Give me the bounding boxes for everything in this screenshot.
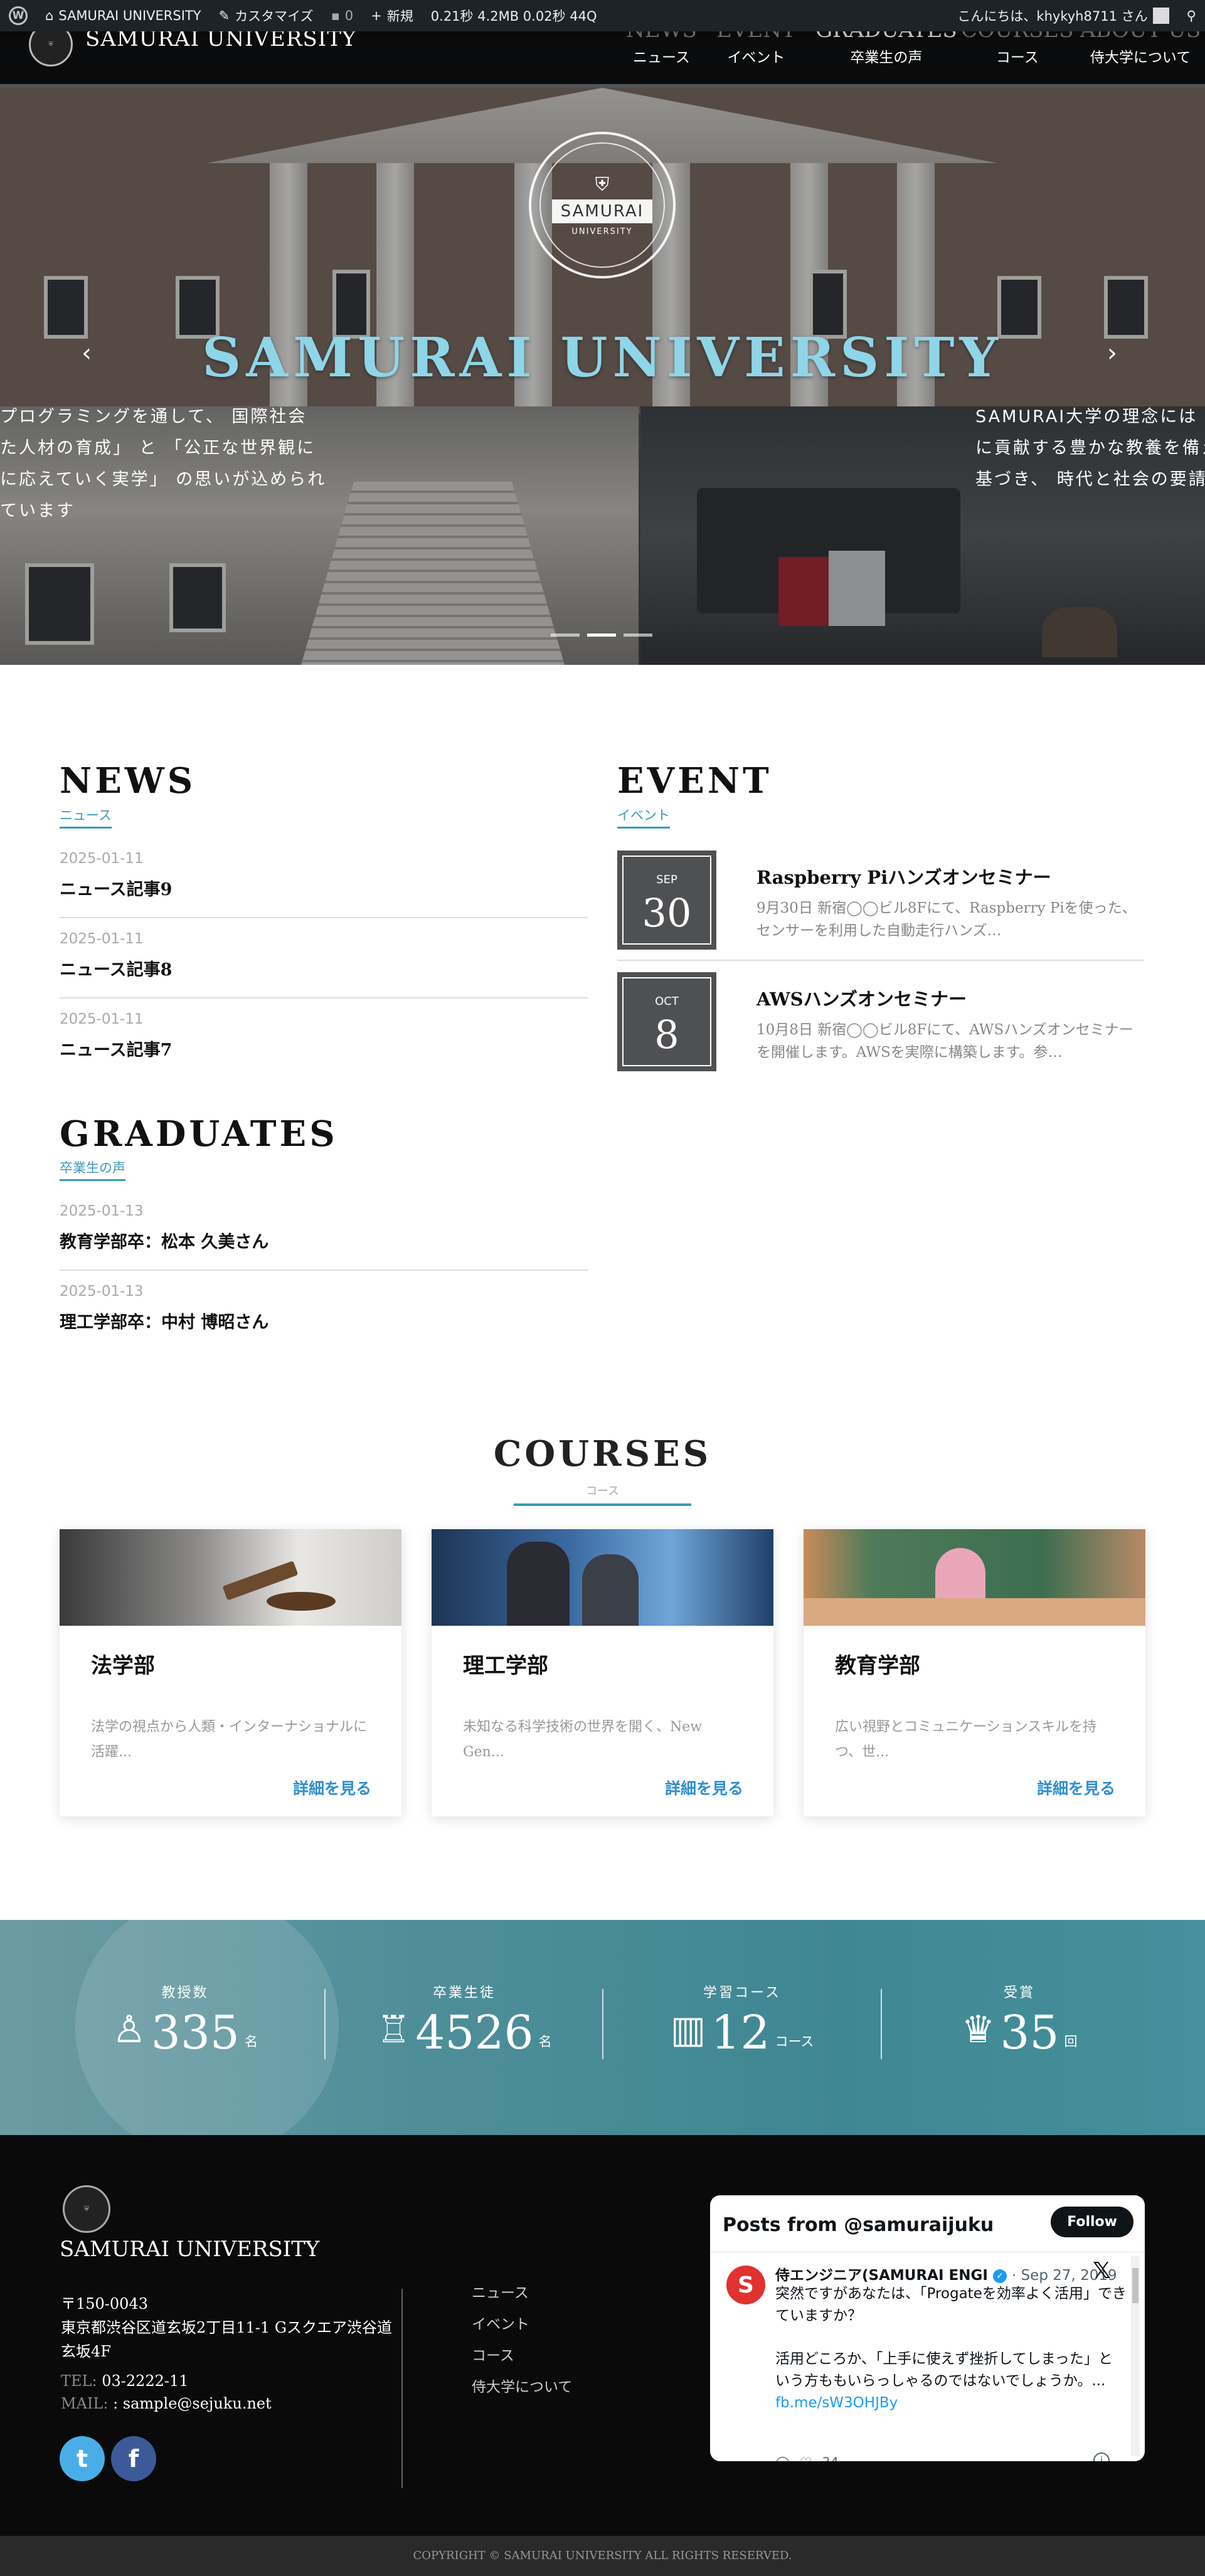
- footer-link-about[interactable]: 侍大学について: [472, 2375, 572, 2396]
- admin-search[interactable]: ⚲: [1178, 0, 1205, 31]
- course-card-law[interactable]: 法学部 法学の視点から人類・インターナショナルに活躍... 詳細を見る: [60, 1529, 401, 1816]
- courses-subheading: コース: [514, 1482, 691, 1506]
- event-item[interactable]: SEP 30 Raspberry Piハンズオンセミナー 9月30日 新宿◯◯ビル…: [617, 851, 1144, 961]
- tweet-author[interactable]: 侍エンジニア(SAMURAI ENGI ✓ · Sep 27, 2019: [775, 2263, 1117, 2284]
- course-more-link[interactable]: 詳細を見る: [293, 1776, 371, 1799]
- lecturer-icon: ♙: [112, 2008, 146, 2052]
- comment-icon: ▪: [331, 8, 340, 23]
- nav-news[interactable]: NEWSニュース: [626, 18, 697, 66]
- wordpress-icon: W: [9, 6, 28, 25]
- event-date-box: SEP 30: [617, 851, 716, 950]
- reply-icon[interactable]: ◯: [775, 2455, 790, 2461]
- graduates-subheading: 卒業生の声: [60, 1158, 125, 1181]
- trophy-icon: ♛: [961, 2008, 995, 2052]
- stats-band: 教授数 ♙ 335 名 卒業生徒 ♖ 4526 名 学習コース ▥ 12 コース 受賞 ♛ 3…: [0, 1920, 1205, 2135]
- slider-prev-arrow[interactable]: ‹: [82, 339, 92, 368]
- search-icon: ⚲: [1186, 8, 1196, 23]
- tweet-actions: ◯ ♡ 34: [775, 2455, 839, 2461]
- slider-dot[interactable]: [551, 633, 580, 637]
- news-subheading: ニュース: [60, 805, 112, 829]
- tweet-avatar[interactable]: S: [726, 2266, 765, 2304]
- twitter-widget-title: Posts from @samuraijuku: [723, 2214, 994, 2236]
- twitter-icon[interactable]: t: [60, 2436, 105, 2481]
- crest-icon: ⛨: [595, 174, 610, 196]
- footer-mail: MAIL: : sample@sejuku.net: [61, 2395, 272, 2412]
- graduate-item[interactable]: 2025-01-13 教育学部卒：松本 久美さん: [60, 1203, 588, 1271]
- event-heading: EVENT: [617, 760, 772, 802]
- admin-comments[interactable]: ▪ 0: [322, 0, 363, 31]
- tweet-link[interactable]: fb.me/sW3OHJBy: [775, 2395, 898, 2411]
- brush-icon: ✎: [218, 8, 230, 23]
- course-card-science[interactable]: 理工学部 未知なる科学技術の世界を開く、New Gen... 詳細を見る: [432, 1529, 773, 1816]
- nav-about[interactable]: ABOUT US侍大学について: [1080, 18, 1201, 66]
- nav-event[interactable]: EVENTイベント: [716, 18, 796, 66]
- course-more-link[interactable]: 詳細を見る: [665, 1776, 743, 1799]
- like-icon[interactable]: ♡: [800, 2455, 812, 2461]
- graduates-heading: GRADUATES: [60, 1113, 338, 1155]
- copyright: COPYRIGHT © SAMURAI UNIVERSITY ALL RIGHT…: [0, 2536, 1205, 2576]
- course-card-education[interactable]: 教育学部 広い視野とコミュニケーションスキルを持つ、世... 詳細を見る: [804, 1529, 1145, 1816]
- plus-icon: +: [371, 8, 382, 23]
- graduate-item[interactable]: 2025-01-13 理工学部卒：中村 博昭さん: [60, 1283, 588, 1340]
- books-icon: ▥: [670, 2008, 706, 2052]
- news-item[interactable]: 2025-01-11 ニュース記事9: [60, 851, 588, 918]
- verified-icon: ✓: [992, 2269, 1007, 2283]
- hero-slider: ⛨ SAMURAI UNIVERSITY SAMURAI UNIVERSITY …: [0, 0, 1205, 665]
- graduate-icon: ♖: [376, 2008, 411, 2052]
- footer-link-event[interactable]: イベント: [472, 2312, 529, 2333]
- nav-courses[interactable]: COURSESコース: [961, 18, 1074, 66]
- news-heading: NEWS: [60, 760, 196, 802]
- twitter-timeline-widget: Posts from @samuraijuku Follow S 侍エンジニア(…: [710, 2195, 1145, 2461]
- x-logo-icon[interactable]: 𝕏: [1093, 2258, 1111, 2284]
- footer-title: SAMURAI UNIVERSITY: [60, 2237, 320, 2262]
- news-item[interactable]: 2025-01-11 ニュース記事8: [60, 931, 588, 999]
- facebook-icon[interactable]: f: [111, 2436, 156, 2481]
- wp-admin-bar: W ⌂ SAMURAI UNIVERSITY ✎ カスタマイズ ▪ 0 + 新規 0.2…: [0, 0, 1205, 31]
- home-icon: ⌂: [45, 8, 54, 23]
- twitter-follow-button[interactable]: Follow: [1051, 2207, 1133, 2237]
- emblem-subtext: UNIVERSITY: [571, 227, 633, 236]
- slide-caption-right: SAMURAI大学の理念には「 に貢献する豊かな教養を備え 基づき、 時代と社会…: [975, 407, 1205, 489]
- footer-link-courses[interactable]: コース: [472, 2343, 514, 2365]
- hero-title: SAMURAI UNIVERSITY: [202, 326, 1003, 390]
- event-subheading: イベント: [617, 805, 670, 829]
- slider-dot[interactable]: [624, 633, 652, 637]
- courses-heading: COURSES: [493, 1433, 712, 1475]
- site-footer: ⛨ SAMURAI UNIVERSITY 〒150-0043 東京都渋谷区道玄坂…: [0, 2135, 1205, 2536]
- footer-address: 〒150-0043 東京都渋谷区道玄坂2丁目11-1 Gスクエア渋谷道玄坂4F: [61, 2295, 392, 2360]
- admin-site-name[interactable]: ⌂ SAMURAI UNIVERSITY: [36, 0, 210, 31]
- footer-tel: TEL: 03-2222-11: [61, 2372, 189, 2390]
- admin-customize[interactable]: ✎ カスタマイズ: [210, 0, 322, 31]
- tweet-body: 突然ですがあなたは、「Progateを効率よく活用」できていますか？ 活用どころ…: [775, 2286, 1127, 2411]
- avatar: [1152, 8, 1169, 24]
- footer-logo[interactable]: ⛨: [63, 2185, 110, 2233]
- site-header: ⛨ SAMURAI UNIVERSITY NEWSニュース EVENTイベント …: [0, 18, 1205, 84]
- twitter-scrollbar[interactable]: [1131, 2255, 1140, 2456]
- wp-logo-menu[interactable]: W: [0, 0, 36, 31]
- footer-link-news[interactable]: ニュース: [472, 2281, 529, 2302]
- slider-dot-active[interactable]: [587, 633, 616, 637]
- stat-divider: [602, 1989, 603, 2059]
- news-item[interactable]: 2025-01-11 ニュース記事7: [60, 1011, 588, 1068]
- admin-new[interactable]: + 新規: [362, 0, 422, 31]
- admin-query-monitor[interactable]: 0.21秒 4.2MB 0.02秒 44Q: [422, 0, 606, 31]
- course-image-law: [60, 1529, 401, 1626]
- event-date-box: OCT 8: [617, 972, 716, 1071]
- nav-graduates[interactable]: GRADUATES卒業生の声: [815, 18, 957, 66]
- slider-pagination: [551, 633, 652, 637]
- course-image-education: [804, 1529, 1145, 1626]
- hero-emblem: ⛨ SAMURAI UNIVERSITY: [529, 132, 676, 278]
- course-image-science: [432, 1529, 773, 1626]
- info-icon[interactable]: i: [1093, 2452, 1110, 2461]
- admin-account[interactable]: こんにちは、khykyh8711 さん: [948, 0, 1177, 31]
- emblem-text: SAMURAI: [551, 199, 653, 223]
- slide-caption-left: プログラミングを通して、 国際社会 た人材の育成」 と 「公正な世界観に に応え…: [0, 407, 327, 521]
- event-item[interactable]: OCT 8 AWSハンズオンセミナー 10月8日 新宿◯◯ビル8Fにて、AWSハン…: [617, 972, 1144, 1083]
- course-more-link[interactable]: 詳細を見る: [1037, 1776, 1115, 1799]
- slider-next-arrow[interactable]: ›: [1107, 339, 1117, 368]
- stat-divider: [324, 1989, 326, 2059]
- footer-divider: [401, 2289, 403, 2488]
